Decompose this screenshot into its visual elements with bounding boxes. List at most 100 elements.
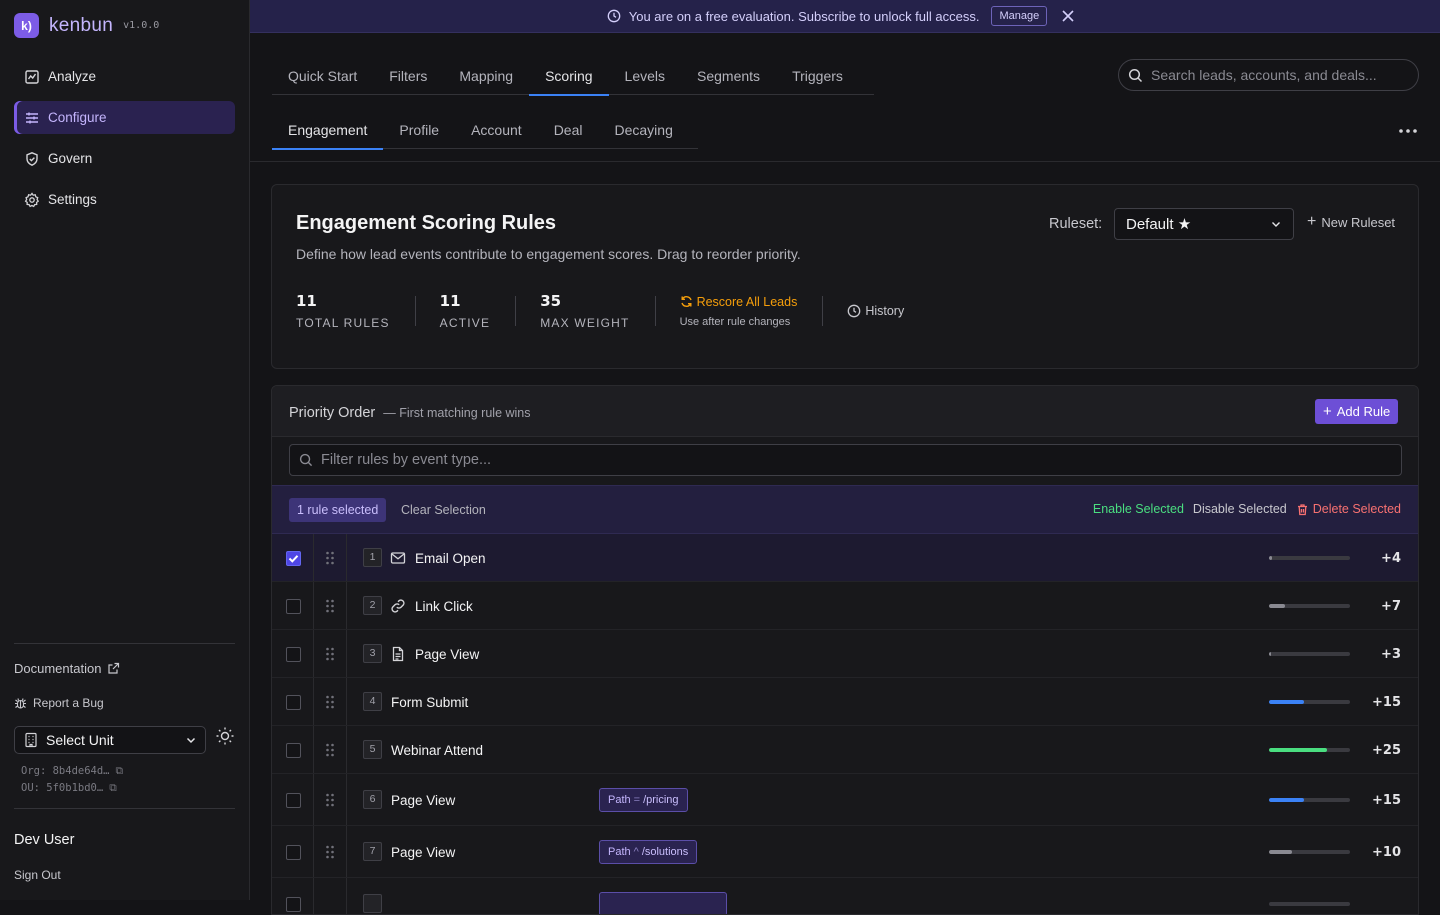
tab-quick-start[interactable]: Quick Start — [272, 58, 373, 95]
row-checkbox[interactable] — [286, 695, 301, 710]
rule-row[interactable]: 5 Webinar Attend +25 — [272, 726, 1418, 774]
weight-bar — [1269, 604, 1350, 608]
stat-divider — [515, 296, 517, 326]
tab-scoring[interactable]: Scoring — [529, 58, 610, 96]
ruleset-label: Ruleset: — [1049, 216, 1103, 232]
drag-handle-icon[interactable] — [325, 551, 335, 565]
rule-row[interactable]: 6 Page View Path =/pricing +15 — [272, 774, 1418, 826]
copy-icon[interactable]: ⧉ — [109, 782, 117, 794]
enable-selected-button[interactable]: Enable Selected — [1093, 502, 1184, 516]
global-search[interactable]: Search leads, accounts, and deals... — [1118, 59, 1419, 91]
manage-button[interactable]: Manage — [991, 6, 1048, 26]
tab-segments[interactable]: Segments — [681, 58, 776, 95]
delete-selected-button[interactable]: Delete Selected — [1296, 502, 1401, 516]
row-checkbox[interactable] — [286, 647, 301, 662]
evaluation-banner: You are on a free evaluation. Subscribe … — [250, 0, 1440, 33]
rule-row[interactable]: 7 Page View Path ^/solutions +10 — [272, 826, 1418, 878]
rule-filter-input[interactable]: Filter rules by event type... — [289, 444, 1402, 476]
page-description: Define how lead events contribute to eng… — [296, 246, 801, 262]
logo-mark-icon: k) — [14, 13, 39, 38]
drag-handle-icon[interactable] — [325, 647, 335, 661]
weight-bar-fill — [1269, 652, 1272, 656]
row-checkbox[interactable] — [286, 551, 301, 566]
documentation-link[interactable]: Documentation — [14, 661, 120, 676]
priority-order-subtitle: — First matching rule wins — [383, 406, 531, 420]
documentation-label: Documentation — [14, 661, 102, 676]
shield-icon — [26, 151, 38, 166]
column-divider — [346, 534, 347, 581]
rule-row[interactable]: 4 Form Submit +15 — [272, 678, 1418, 726]
priority-rules-card: Priority Order — First matching rule win… — [271, 385, 1419, 915]
column-divider — [346, 582, 347, 629]
disable-selected-button[interactable]: Disable Selected — [1193, 502, 1287, 516]
row-checkbox[interactable] — [286, 743, 301, 758]
new-ruleset-button[interactable]: + New Ruleset — [1307, 213, 1395, 231]
unit-select[interactable]: Select Unit — [14, 726, 206, 754]
sliders-icon — [26, 112, 38, 123]
tab-deal[interactable]: Deal — [538, 112, 599, 149]
tab-account[interactable]: Account — [455, 112, 538, 149]
rule-row[interactable]: 3 Page View +3 — [272, 630, 1418, 678]
search-input[interactable]: Search leads, accounts, and deals... — [1151, 67, 1377, 83]
rule-name: Page View — [391, 845, 456, 860]
column-divider — [346, 774, 347, 825]
sidebar-item-analyze[interactable]: Analyze — [14, 60, 235, 93]
row-checkbox[interactable] — [286, 845, 301, 860]
rules-list: 1 Email Open +4 2 Link Click +7 3 Page V… — [272, 534, 1418, 914]
sidebar-item-govern[interactable]: Govern — [14, 142, 235, 175]
ruleset-select[interactable]: Default ★ — [1114, 208, 1294, 240]
rule-row[interactable]: 2 Link Click +7 — [272, 582, 1418, 630]
bulk-actions: Enable Selected Disable Selected Delete … — [1093, 502, 1401, 516]
condition-badge[interactable] — [599, 892, 727, 914]
tab-triggers[interactable]: Triggers — [776, 58, 859, 95]
rescore-all-leads-button[interactable]: Rescore All Leads Use after rule changes — [680, 295, 823, 328]
column-divider — [346, 878, 347, 914]
condition-value: /solutions — [641, 846, 689, 858]
row-checkbox[interactable] — [286, 599, 301, 614]
copy-icon[interactable]: ⧉ — [116, 765, 124, 777]
drag-handle-icon[interactable] — [325, 793, 335, 807]
stat-max-weight: 35 MAX WEIGHT — [540, 292, 654, 330]
tab-mapping[interactable]: Mapping — [443, 58, 529, 95]
more-options-icon[interactable] — [1398, 121, 1418, 141]
rule-name: Form Submit — [391, 695, 469, 710]
rule-weight: +25 — [1372, 743, 1401, 758]
priority-number: 4 — [363, 692, 382, 711]
rule-name: Page View — [415, 647, 480, 662]
condition-badge[interactable]: Path =/pricing — [599, 788, 688, 812]
tab-filters[interactable]: Filters — [373, 58, 443, 95]
tab-engagement[interactable]: Engagement — [272, 112, 384, 150]
rule-name: Link Click — [415, 599, 473, 614]
sidebar-item-configure[interactable]: Configure — [14, 101, 235, 134]
weight-bar-fill — [1269, 604, 1286, 608]
tab-profile[interactable]: Profile — [383, 112, 455, 149]
weight-bar-fill — [1269, 850, 1293, 854]
drag-handle-icon[interactable] — [325, 743, 335, 757]
clear-selection-button[interactable]: Clear Selection — [401, 503, 486, 517]
tab-decaying[interactable]: Decaying — [598, 112, 688, 149]
column-divider — [313, 582, 314, 629]
column-divider — [313, 726, 314, 773]
drag-handle-icon[interactable] — [325, 845, 335, 859]
theme-toggle-icon[interactable] — [215, 726, 235, 746]
rule-row[interactable] — [272, 878, 1418, 914]
close-icon[interactable] — [1061, 9, 1075, 23]
app-logo[interactable]: k) kenbun v1.0.0 — [14, 13, 159, 38]
sidebar-item-settings[interactable]: Settings — [14, 183, 235, 216]
history-button[interactable]: History — [847, 304, 904, 318]
add-rule-button[interactable]: + Add Rule — [1315, 399, 1399, 424]
rule-weight: +15 — [1372, 793, 1401, 808]
rule-row[interactable]: 1 Email Open +4 — [272, 534, 1418, 582]
new-ruleset-label: New Ruleset — [1321, 214, 1396, 230]
report-bug-link[interactable]: Report a Bug — [14, 696, 104, 710]
rule-name: Email Open — [415, 551, 486, 566]
org-ids: Org: 8b4de64d… ⧉ OU: 5f0b1bd0… ⧉ — [21, 763, 123, 797]
drag-handle-icon[interactable] — [325, 599, 335, 613]
tab-levels[interactable]: Levels — [609, 58, 681, 95]
sidebar-item-label: Analyze — [48, 69, 97, 84]
row-checkbox[interactable] — [286, 897, 301, 912]
condition-badge[interactable]: Path ^/solutions — [599, 840, 698, 864]
drag-handle-icon[interactable] — [325, 695, 335, 709]
row-checkbox[interactable] — [286, 793, 301, 808]
sign-out-link[interactable]: Sign Out — [14, 868, 61, 882]
